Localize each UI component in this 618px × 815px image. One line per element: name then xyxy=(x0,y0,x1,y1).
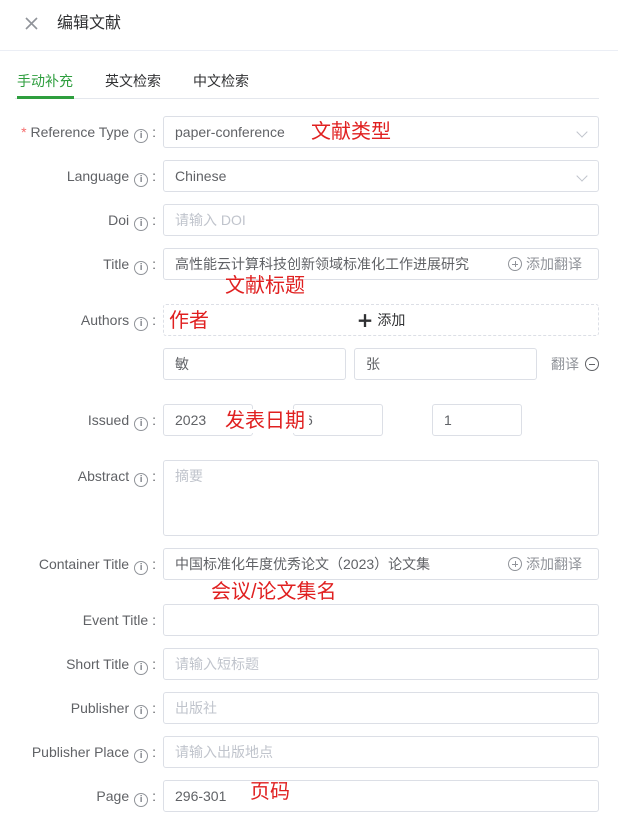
issued-day-input[interactable]: 1 xyxy=(432,404,522,436)
info-icon[interactable]: i xyxy=(134,661,149,675)
abstract-textarea[interactable]: 摘要 xyxy=(163,460,599,536)
info-icon[interactable]: i xyxy=(134,317,149,331)
page-label: Page i: xyxy=(96,788,156,807)
annotation-title: 文献标题 xyxy=(225,275,305,297)
publisher-label: Publisher i: xyxy=(70,700,156,719)
abstract-label: Abstract i: xyxy=(77,468,156,487)
event-title-label: Event Title: xyxy=(82,612,156,628)
language-select[interactable]: Chinese xyxy=(163,160,599,192)
remove-author-icon[interactable] xyxy=(585,357,599,371)
annotation-issued: 发表日期 xyxy=(225,409,309,433)
annotation-authors: 作者 xyxy=(169,310,209,332)
annotation-page: 页码 xyxy=(250,781,290,803)
info-icon[interactable]: i xyxy=(134,173,149,187)
plus-icon: + xyxy=(356,308,374,332)
short-title-input[interactable]: 请输入短标题 xyxy=(163,648,599,680)
plus-circle-icon xyxy=(508,557,522,571)
close-icon[interactable] xyxy=(22,14,42,34)
tab-manual[interactable]: 手动补充 xyxy=(17,72,73,90)
doi-label: Doi i: xyxy=(108,212,156,231)
header-divider xyxy=(0,50,618,51)
info-icon[interactable]: i xyxy=(134,749,149,763)
container-title-label: Container Title i: xyxy=(38,556,156,575)
tab-english-search[interactable]: 英文检索 xyxy=(105,72,161,90)
add-author-button[interactable]: + 添加 xyxy=(163,304,599,336)
info-icon[interactable]: i xyxy=(134,217,149,231)
info-icon[interactable]: i xyxy=(134,705,149,719)
info-icon[interactable]: i xyxy=(134,793,149,807)
author-translate-button[interactable]: 翻译 xyxy=(551,355,599,373)
info-icon[interactable]: i xyxy=(134,561,149,575)
publisher-place-label: Publisher Place i: xyxy=(31,744,156,763)
short-title-label: Short Title i: xyxy=(66,656,156,675)
container-title-input[interactable]: 中国标准化年度优秀论文（2023）论文集 添加翻译 xyxy=(163,548,599,580)
dialog-title: 编辑文献 xyxy=(57,15,122,32)
reference-type-label: * Reference Type i: xyxy=(21,124,156,143)
chevron-down-icon xyxy=(576,126,588,138)
author-given-name-input[interactable]: 敏 xyxy=(163,348,346,380)
tab-chinese-search[interactable]: 中文检索 xyxy=(193,72,249,90)
issued-label: Issued i: xyxy=(87,412,156,431)
add-translation-button[interactable]: 添加翻译 xyxy=(508,549,582,579)
info-icon[interactable]: i xyxy=(134,417,149,431)
tabs-divider xyxy=(15,98,599,99)
plus-circle-icon xyxy=(508,257,522,271)
info-icon[interactable]: i xyxy=(134,129,149,143)
annotation-reference-type: 文献类型 xyxy=(311,121,391,143)
chevron-down-icon xyxy=(576,170,588,182)
author-family-name-input[interactable]: 张 xyxy=(354,348,537,380)
annotation-container-title: 会议/论文集名 xyxy=(211,581,337,603)
event-title-input[interactable] xyxy=(163,604,599,636)
publisher-place-input[interactable]: 请输入出版地点 xyxy=(163,736,599,768)
authors-label: Authors i: xyxy=(80,312,156,331)
doi-input[interactable]: 请输入 DOI xyxy=(163,204,599,236)
title-label: Title i: xyxy=(103,256,156,275)
language-label: Language i: xyxy=(66,168,156,187)
required-marker: * xyxy=(21,124,27,140)
active-tab-indicator xyxy=(17,96,74,99)
info-icon[interactable]: i xyxy=(134,473,149,487)
info-icon[interactable]: i xyxy=(134,261,149,275)
publisher-input[interactable]: 出版社 xyxy=(163,692,599,724)
add-translation-button[interactable]: 添加翻译 xyxy=(508,249,582,279)
page-input[interactable]: 296-301 xyxy=(163,780,599,812)
